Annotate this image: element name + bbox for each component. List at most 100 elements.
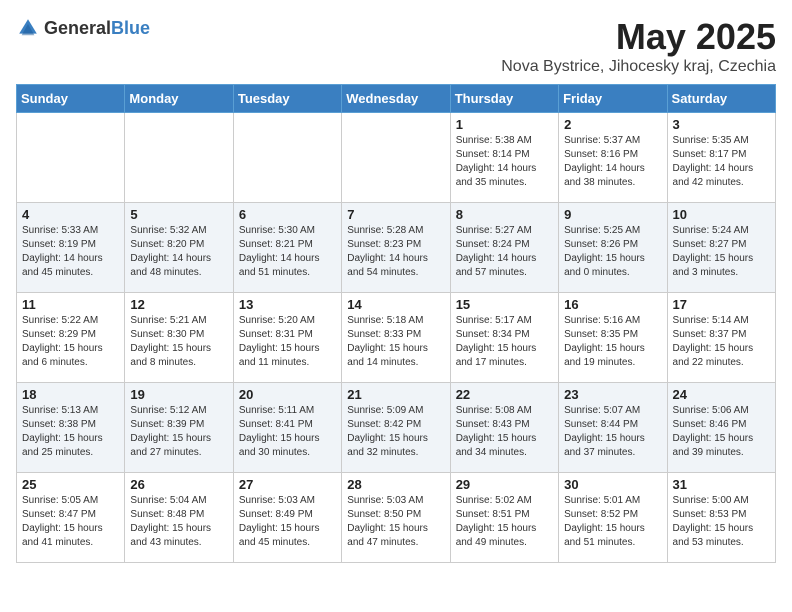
cell-info: Sunrise: 5:04 AM Sunset: 8:48 PM Dayligh…	[130, 494, 227, 550]
calendar-cell	[233, 113, 341, 203]
day-number: 18	[22, 387, 119, 402]
calendar-cell: 9 Sunrise: 5:25 AM Sunset: 8:26 PM Daylig…	[559, 203, 667, 293]
cell-info: Sunrise: 5:20 AM Sunset: 8:31 PM Dayligh…	[239, 314, 336, 370]
day-number: 21	[347, 387, 444, 402]
calendar-cell: 31Sunrise: 5:00 AM Sunset: 8:53 PM Dayli…	[667, 473, 775, 563]
calendar-cell: 17 Sunrise: 5:14 AM Sunset: 8:37 PM Dayli…	[667, 293, 775, 383]
day-number: 13	[239, 297, 336, 312]
cell-info: Sunrise: 5:03 AM Sunset: 8:50 PM Dayligh…	[347, 494, 444, 550]
day-number: 29	[456, 477, 553, 492]
calendar-body: 1Sunrise: 5:38 AM Sunset: 8:14 PM Daylig…	[17, 113, 776, 563]
cell-info: Sunrise: 5:00 AM Sunset: 8:53 PM Dayligh…	[673, 494, 770, 550]
logo: GeneralBlue	[16, 16, 150, 40]
day-number: 11	[22, 297, 119, 312]
day-number: 30	[564, 477, 661, 492]
calendar-title: May 2025	[501, 16, 776, 58]
cell-info: Sunrise: 5:11 AM Sunset: 8:41 PM Dayligh…	[239, 404, 336, 460]
cell-info: Sunrise: 5:28 AM Sunset: 8:23 PM Dayligh…	[347, 224, 444, 280]
calendar-cell: 29 Sunrise: 5:02 AM Sunset: 8:51 PM Dayli…	[450, 473, 558, 563]
calendar-cell: 5 Sunrise: 5:32 AM Sunset: 8:20 PM Daylig…	[125, 203, 233, 293]
calendar-cell: 24Sunrise: 5:06 AM Sunset: 8:46 PM Dayli…	[667, 383, 775, 473]
day-number: 16	[564, 297, 661, 312]
day-number: 14	[347, 297, 444, 312]
cell-info: Sunrise: 5:22 AM Sunset: 8:29 PM Dayligh…	[22, 314, 119, 370]
calendar-week-row: 1Sunrise: 5:38 AM Sunset: 8:14 PM Daylig…	[17, 113, 776, 203]
cell-info: Sunrise: 5:16 AM Sunset: 8:35 PM Dayligh…	[564, 314, 661, 370]
cell-info: Sunrise: 5:24 AM Sunset: 8:27 PM Dayligh…	[673, 224, 770, 280]
calendar-cell: 22Sunrise: 5:08 AM Sunset: 8:43 PM Dayli…	[450, 383, 558, 473]
cell-info: Sunrise: 5:33 AM Sunset: 8:19 PM Dayligh…	[22, 224, 119, 280]
cell-info: Sunrise: 5:32 AM Sunset: 8:20 PM Dayligh…	[130, 224, 227, 280]
column-header-wednesday: Wednesday	[342, 85, 450, 113]
day-number: 24	[673, 387, 770, 402]
cell-info: Sunrise: 5:13 AM Sunset: 8:38 PM Dayligh…	[22, 404, 119, 460]
calendar-cell: 8Sunrise: 5:27 AM Sunset: 8:24 PM Daylig…	[450, 203, 558, 293]
day-number: 10	[673, 207, 770, 222]
day-number: 17	[673, 297, 770, 312]
day-number: 4	[22, 207, 119, 222]
day-number: 19	[130, 387, 227, 402]
day-number: 8	[456, 207, 553, 222]
cell-info: Sunrise: 5:05 AM Sunset: 8:47 PM Dayligh…	[22, 494, 119, 550]
day-number: 23	[564, 387, 661, 402]
title-area: May 2025 Nova Bystrice, Jihocesky kraj, …	[501, 16, 776, 76]
column-header-saturday: Saturday	[667, 85, 775, 113]
calendar-cell: 2 Sunrise: 5:37 AM Sunset: 8:16 PM Daylig…	[559, 113, 667, 203]
cell-info: Sunrise: 5:12 AM Sunset: 8:39 PM Dayligh…	[130, 404, 227, 460]
day-number: 22	[456, 387, 553, 402]
cell-info: Sunrise: 5:18 AM Sunset: 8:33 PM Dayligh…	[347, 314, 444, 370]
cell-info: Sunrise: 5:14 AM Sunset: 8:37 PM Dayligh…	[673, 314, 770, 370]
cell-info: Sunrise: 5:37 AM Sunset: 8:16 PM Dayligh…	[564, 134, 661, 190]
calendar-cell: 30 Sunrise: 5:01 AM Sunset: 8:52 PM Dayli…	[559, 473, 667, 563]
calendar-cell: 12Sunrise: 5:21 AM Sunset: 8:30 PM Dayli…	[125, 293, 233, 383]
day-number: 9	[564, 207, 661, 222]
calendar-week-row: 25 Sunrise: 5:05 AM Sunset: 8:47 PM Dayli…	[17, 473, 776, 563]
day-number: 5	[130, 207, 227, 222]
calendar-table: SundayMondayTuesdayWednesdayThursdayFrid…	[16, 84, 776, 563]
cell-info: Sunrise: 5:17 AM Sunset: 8:34 PM Dayligh…	[456, 314, 553, 370]
cell-info: Sunrise: 5:25 AM Sunset: 8:26 PM Dayligh…	[564, 224, 661, 280]
calendar-cell: 16 Sunrise: 5:16 AM Sunset: 8:35 PM Dayli…	[559, 293, 667, 383]
calendar-cell	[125, 113, 233, 203]
calendar-cell	[17, 113, 125, 203]
calendar-subtitle: Nova Bystrice, Jihocesky kraj, Czechia	[501, 58, 776, 76]
cell-info: Sunrise: 5:35 AM Sunset: 8:17 PM Dayligh…	[673, 134, 770, 190]
calendar-cell: 13 Sunrise: 5:20 AM Sunset: 8:31 PM Dayli…	[233, 293, 341, 383]
calendar-cell: 10 Sunrise: 5:24 AM Sunset: 8:27 PM Dayli…	[667, 203, 775, 293]
cell-info: Sunrise: 5:09 AM Sunset: 8:42 PM Dayligh…	[347, 404, 444, 460]
cell-info: Sunrise: 5:01 AM Sunset: 8:52 PM Dayligh…	[564, 494, 661, 550]
calendar-cell: 6Sunrise: 5:30 AM Sunset: 8:21 PM Daylig…	[233, 203, 341, 293]
day-number: 7	[347, 207, 444, 222]
cell-info: Sunrise: 5:07 AM Sunset: 8:44 PM Dayligh…	[564, 404, 661, 460]
calendar-cell: 11 Sunrise: 5:22 AM Sunset: 8:29 PM Dayli…	[17, 293, 125, 383]
calendar-week-row: 4 Sunrise: 5:33 AM Sunset: 8:19 PM Daylig…	[17, 203, 776, 293]
logo-text-blue: Blue	[111, 18, 150, 38]
column-header-monday: Monday	[125, 85, 233, 113]
calendar-cell: 4 Sunrise: 5:33 AM Sunset: 8:19 PM Daylig…	[17, 203, 125, 293]
column-header-friday: Friday	[559, 85, 667, 113]
column-header-thursday: Thursday	[450, 85, 558, 113]
calendar-cell: 26 Sunrise: 5:04 AM Sunset: 8:48 PM Dayli…	[125, 473, 233, 563]
calendar-cell: 15 Sunrise: 5:17 AM Sunset: 8:34 PM Dayli…	[450, 293, 558, 383]
day-number: 2	[564, 117, 661, 132]
day-number: 25	[22, 477, 119, 492]
logo-text-general: General	[44, 18, 111, 38]
logo-icon	[16, 16, 40, 40]
day-number: 28	[347, 477, 444, 492]
cell-info: Sunrise: 5:21 AM Sunset: 8:30 PM Dayligh…	[130, 314, 227, 370]
day-number: 15	[456, 297, 553, 312]
day-number: 27	[239, 477, 336, 492]
day-number: 20	[239, 387, 336, 402]
cell-info: Sunrise: 5:02 AM Sunset: 8:51 PM Dayligh…	[456, 494, 553, 550]
calendar-cell	[342, 113, 450, 203]
day-number: 3	[673, 117, 770, 132]
calendar-cell: 18 Sunrise: 5:13 AM Sunset: 8:38 PM Dayli…	[17, 383, 125, 473]
calendar-cell: 1Sunrise: 5:38 AM Sunset: 8:14 PM Daylig…	[450, 113, 558, 203]
calendar-cell: 21 Sunrise: 5:09 AM Sunset: 8:42 PM Dayli…	[342, 383, 450, 473]
calendar-cell: 3 Sunrise: 5:35 AM Sunset: 8:17 PM Daylig…	[667, 113, 775, 203]
cell-info: Sunrise: 5:30 AM Sunset: 8:21 PM Dayligh…	[239, 224, 336, 280]
calendar-cell: 27Sunrise: 5:03 AM Sunset: 8:49 PM Dayli…	[233, 473, 341, 563]
day-number: 26	[130, 477, 227, 492]
calendar-cell: 19 Sunrise: 5:12 AM Sunset: 8:39 PM Dayli…	[125, 383, 233, 473]
calendar-cell: 14 Sunrise: 5:18 AM Sunset: 8:33 PM Dayli…	[342, 293, 450, 383]
